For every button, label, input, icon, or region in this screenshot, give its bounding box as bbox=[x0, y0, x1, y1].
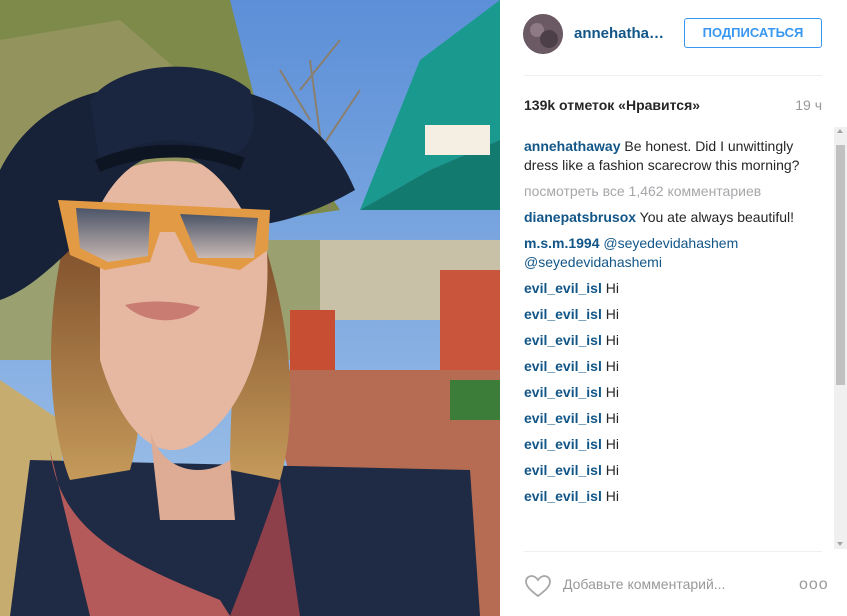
list-item: evil_evil_isl Hi bbox=[524, 487, 824, 506]
view-all-comments-link[interactable]: посмотреть все 1,462 комментариев bbox=[524, 182, 824, 201]
likes-count[interactable]: 139k отметок «Нравится» bbox=[524, 97, 700, 113]
scroll-up-arrow-icon[interactable] bbox=[837, 129, 843, 133]
comment-username[interactable]: evil_evil_isl bbox=[524, 410, 602, 426]
comment-username[interactable]: evil_evil_isl bbox=[524, 306, 602, 322]
list-item: evil_evil_isl Hi bbox=[524, 331, 824, 350]
list-item: evil_evil_isl Hi bbox=[524, 279, 824, 298]
more-options-icon[interactable]: ooo bbox=[799, 576, 829, 594]
comment-username[interactable]: evil_evil_isl bbox=[524, 358, 602, 374]
scroll-down-arrow-icon[interactable] bbox=[837, 542, 843, 546]
post-author-username[interactable]: annehatha… bbox=[574, 25, 664, 42]
comment-username[interactable]: m.s.m.1994 bbox=[524, 235, 600, 251]
comment-text: Hi bbox=[601, 332, 619, 348]
comment-text: Hi bbox=[601, 306, 619, 322]
comment-username[interactable]: dianepatsbrusox bbox=[524, 209, 636, 225]
comment-username[interactable]: evil_evil_isl bbox=[524, 280, 602, 296]
comment-text: Hi bbox=[601, 280, 619, 296]
follow-button[interactable]: ПОДПИСАТЬСЯ bbox=[684, 18, 822, 48]
avatar[interactable] bbox=[523, 14, 563, 54]
post-photo[interactable] bbox=[0, 0, 500, 616]
list-item: m.s.m.1994 @seyedevidahashem @seyedevida… bbox=[524, 234, 824, 272]
comments-scrollbar[interactable] bbox=[834, 127, 847, 549]
list-item: evil_evil_isl Hi bbox=[524, 305, 824, 324]
add-comment-input[interactable]: Добавьте комментарий... bbox=[563, 576, 725, 592]
list-item: evil_evil_isl Hi bbox=[524, 383, 824, 402]
post-side-panel: annehatha… ПОДПИСАТЬСЯ 139k отметок «Нра… bbox=[500, 0, 847, 616]
list-item: evil_evil_isl Hi bbox=[524, 409, 824, 428]
caption-username[interactable]: annehathaway bbox=[524, 138, 620, 154]
comment-text: Hi bbox=[601, 410, 619, 426]
comment-text: You ate always beautiful! bbox=[636, 209, 795, 225]
footer-divider bbox=[524, 551, 822, 552]
comment-text: Hi bbox=[601, 488, 619, 504]
comment-text: Hi bbox=[601, 436, 619, 452]
comment-username[interactable]: evil_evil_isl bbox=[524, 384, 602, 400]
list-item: evil_evil_isl Hi bbox=[524, 435, 824, 454]
likes-row: 139k отметок «Нравится» 19 ч bbox=[524, 97, 822, 113]
list-item: evil_evil_isl Hi bbox=[524, 357, 824, 376]
list-item: evil_evil_isl Hi bbox=[524, 461, 824, 480]
comment-text: Hi bbox=[601, 462, 619, 478]
comment-username[interactable]: evil_evil_isl bbox=[524, 488, 602, 504]
post-header: annehatha… ПОДПИСАТЬСЯ bbox=[500, 0, 847, 75]
heart-icon[interactable] bbox=[524, 574, 552, 598]
comments-list: annehathaway Be honest. Did I unwittingl… bbox=[524, 137, 824, 549]
comment-username[interactable]: evil_evil_isl bbox=[524, 436, 602, 452]
comment-text: Hi bbox=[601, 384, 619, 400]
header-divider bbox=[524, 75, 822, 76]
post-time[interactable]: 19 ч bbox=[795, 97, 822, 113]
comment-username[interactable]: evil_evil_isl bbox=[524, 462, 602, 478]
list-item: dianepatsbrusox You ate always beautiful… bbox=[524, 208, 824, 227]
scroll-thumb[interactable] bbox=[836, 145, 845, 385]
comment-text: Hi bbox=[601, 358, 619, 374]
comment-username[interactable]: evil_evil_isl bbox=[524, 332, 602, 348]
caption: annehathaway Be honest. Did I unwittingl… bbox=[524, 137, 824, 175]
